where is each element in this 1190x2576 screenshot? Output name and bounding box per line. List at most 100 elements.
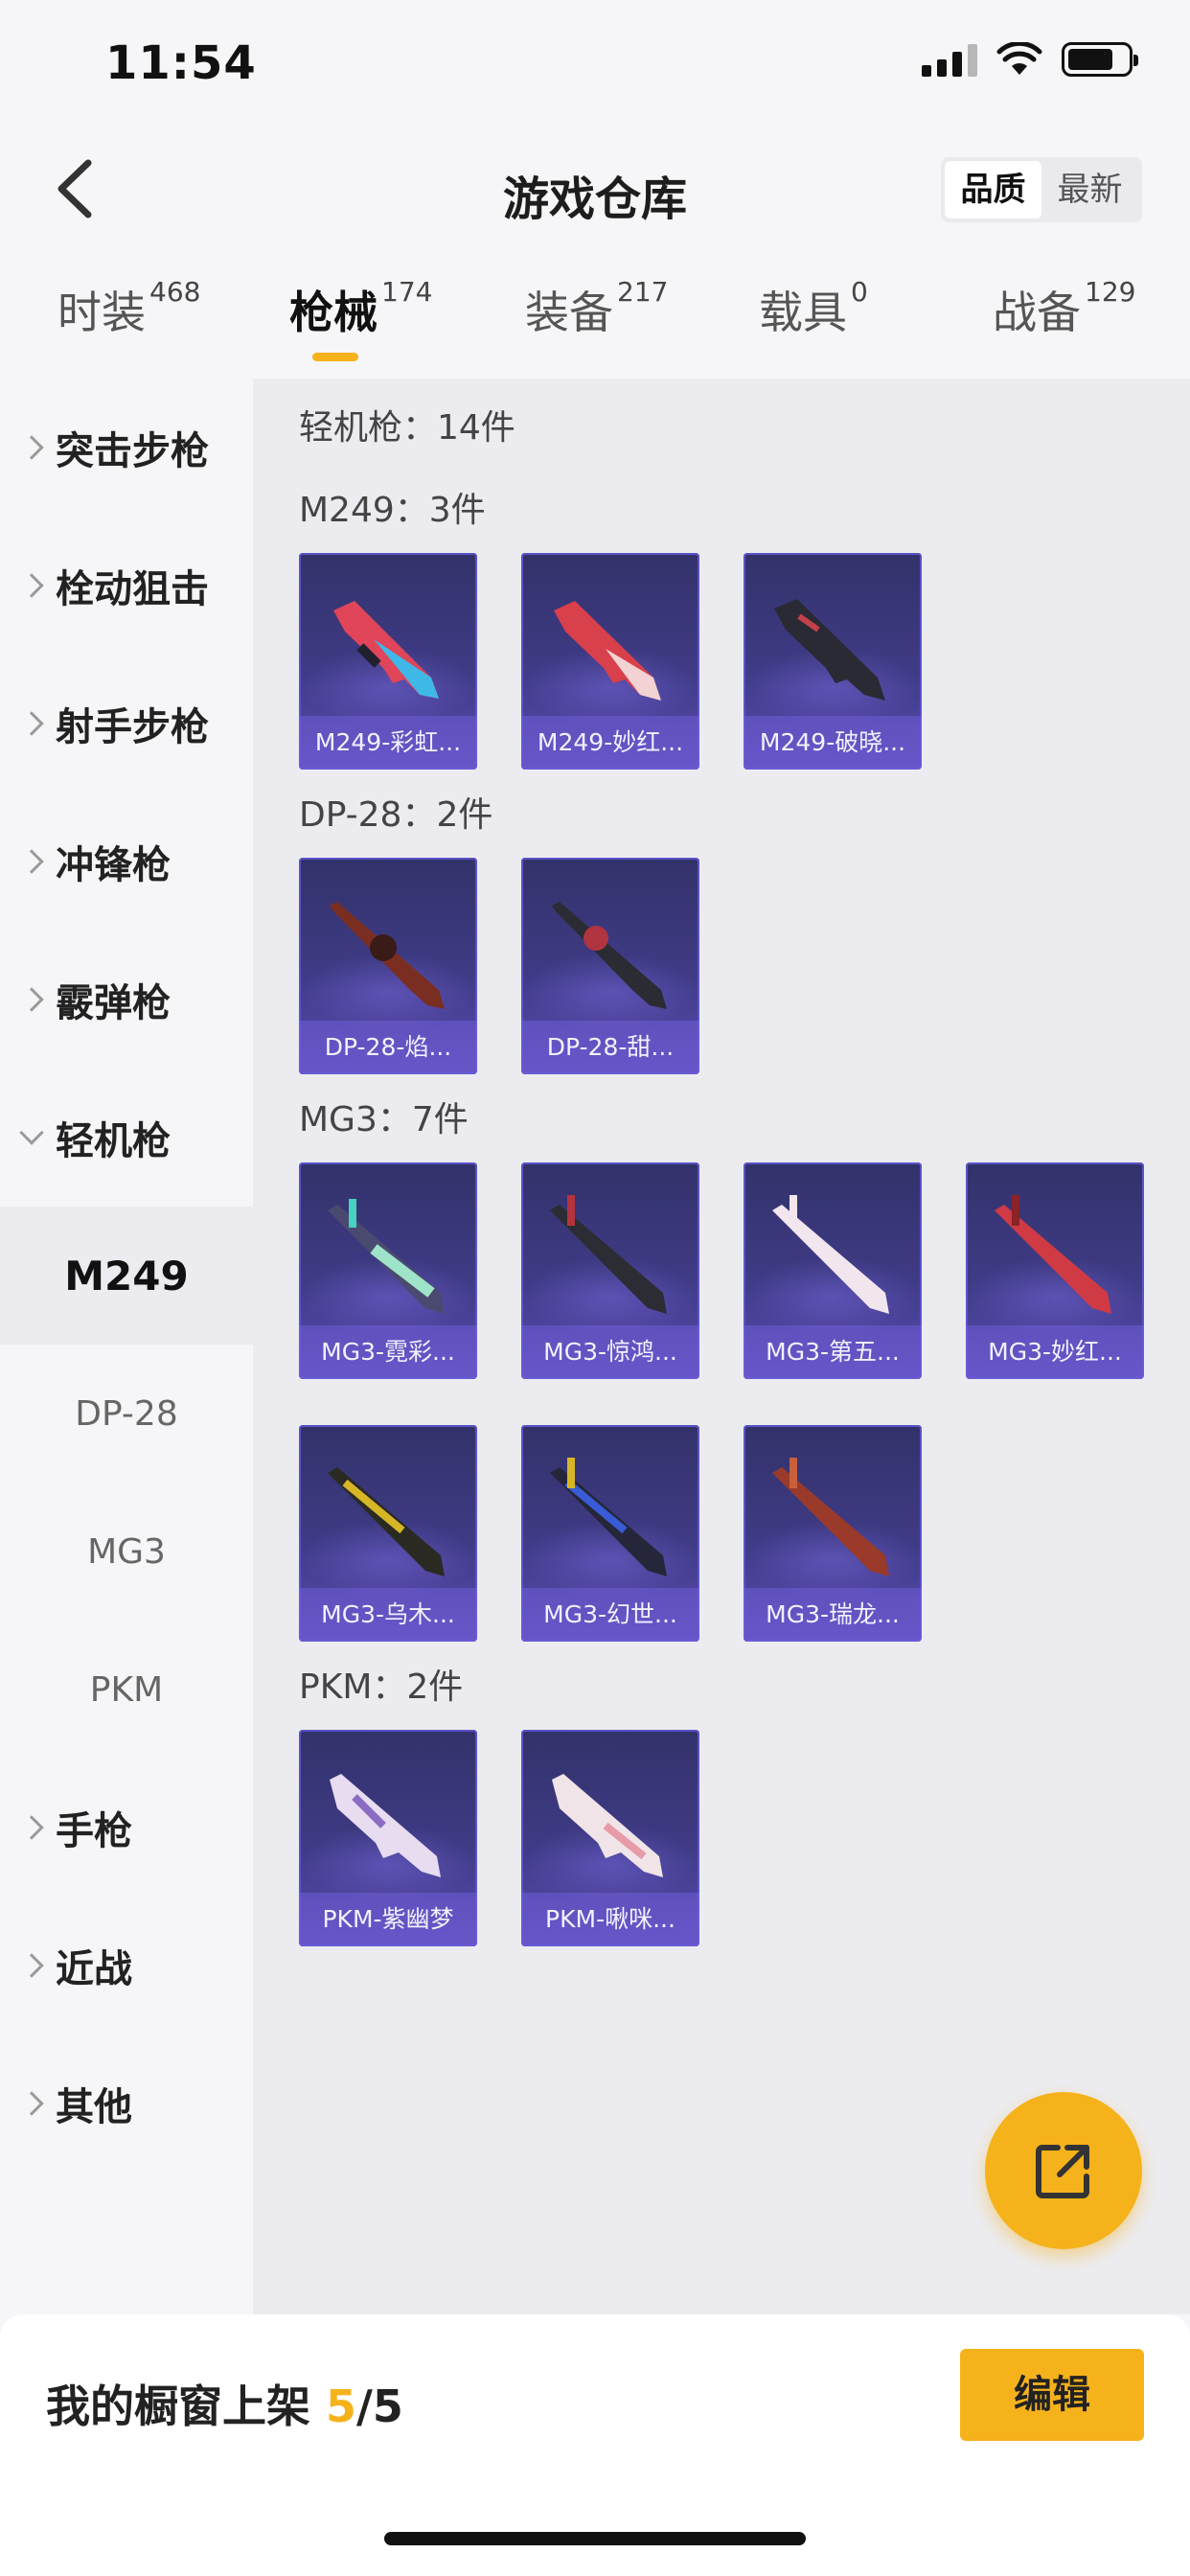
- sidebar-item-label: 轻机枪: [56, 1119, 171, 1163]
- showcase-status: 我的橱窗上架 5/5: [46, 2372, 403, 2435]
- weapon-icon: [772, 1458, 889, 1576]
- skin-card[interactable]: DP-28-焰...: [299, 858, 477, 1074]
- chevron-right-icon: [19, 435, 44, 460]
- sidebar-item-marksman-rifles[interactable]: 射手步枪: [0, 655, 253, 793]
- skin-card[interactable]: M249-妙红...: [521, 553, 699, 770]
- battery-icon: [1062, 42, 1138, 77]
- weapon-icon: [330, 1774, 441, 1877]
- skin-card-label: M249-彩虹...: [299, 716, 477, 770]
- tab-count: 174: [381, 276, 433, 308]
- weapon-icon: [772, 1195, 889, 1314]
- chevron-right-icon: [19, 1815, 44, 1840]
- weapon-icon: [552, 902, 667, 1009]
- tab-label: 时装: [57, 287, 146, 338]
- chevron-right-icon: [19, 711, 44, 736]
- section-title: MG3：7件: [299, 1100, 469, 1139]
- skin-card-label: M249-破晓...: [744, 716, 922, 770]
- sidebar-sub-pkm[interactable]: PKM: [0, 1621, 253, 1759]
- sidebar-item-bolt-snipers[interactable]: 栓动狙击: [0, 517, 253, 655]
- chevron-right-icon: [19, 2091, 44, 2116]
- tab-count: 217: [617, 276, 669, 308]
- status-bar: 11:54: [0, 0, 1190, 134]
- category-tabs: 时装 468 枪械 174 装备 217 载具 0 战备 129: [0, 276, 1190, 374]
- sidebar-item-label: 近战: [56, 1947, 132, 1991]
- sidebar-sub-mg3[interactable]: MG3: [0, 1483, 253, 1621]
- status-icons: [922, 42, 1138, 77]
- skin-card-label: MG3-妙红...: [966, 1325, 1144, 1379]
- tab-label: 装备: [525, 287, 613, 338]
- edit-button[interactable]: 编辑: [960, 2349, 1144, 2441]
- sidebar-item-label: 手枪: [56, 1809, 132, 1853]
- active-tab-indicator: [312, 353, 358, 361]
- showcase-label: 我的橱窗上架: [46, 2380, 310, 2432]
- skin-card[interactable]: M249-破晓...: [744, 553, 922, 770]
- sidebar-item-other[interactable]: 其他: [0, 2035, 253, 2173]
- tab-label: 载具: [759, 287, 847, 338]
- signal-icon: [922, 42, 977, 77]
- skin-card[interactable]: DP-28-甜...: [521, 858, 699, 1074]
- skin-card-label: DP-28-甜...: [521, 1021, 699, 1074]
- skin-card[interactable]: PKM-啾咪...: [521, 1730, 699, 1946]
- header: 游戏仓库 品质 最新: [0, 134, 1190, 244]
- group-title: 轻机枪：14件: [299, 408, 515, 448]
- skin-card[interactable]: MG3-第五...: [744, 1162, 922, 1379]
- weapon-icon: [550, 1195, 667, 1314]
- weapon-icon: [552, 1774, 663, 1877]
- sort-toggle[interactable]: 品质 最新: [941, 157, 1142, 222]
- skin-card-label: MG3-霓彩...: [299, 1325, 477, 1379]
- sidebar-item-smgs[interactable]: 冲锋枪: [0, 793, 253, 931]
- skin-card-label: MG3-乌木...: [299, 1588, 477, 1642]
- tab-equipment[interactable]: 装备 217: [525, 276, 669, 374]
- chevron-right-icon: [19, 573, 44, 598]
- sort-newest-button[interactable]: 最新: [1041, 161, 1138, 218]
- weapon-icon: [774, 599, 885, 701]
- skin-card[interactable]: MG3-幻世...: [521, 1425, 699, 1642]
- skin-card[interactable]: MG3-霓彩...: [299, 1162, 477, 1379]
- skin-card[interactable]: MG3-瑞龙...: [744, 1425, 922, 1642]
- tab-count: 0: [851, 276, 868, 308]
- sidebar-item-label: 霰弹枪: [56, 981, 171, 1025]
- section-title: DP-28：2件: [299, 795, 493, 835]
- skin-card[interactable]: MG3-惊鸿...: [521, 1162, 699, 1379]
- skin-card-label: MG3-第五...: [744, 1325, 922, 1379]
- skin-card[interactable]: MG3-妙红...: [966, 1162, 1144, 1379]
- tab-label: 战备: [993, 287, 1081, 338]
- chevron-down-icon: [19, 1120, 44, 1145]
- sidebar-sub-m249[interactable]: M249: [0, 1207, 253, 1345]
- skin-card-label: PKM-紫幽梦: [299, 1893, 477, 1946]
- weapon-icon: [333, 601, 439, 699]
- share-button[interactable]: [985, 2092, 1142, 2249]
- sidebar-item-shotguns[interactable]: 霰弹枪: [0, 931, 253, 1069]
- sort-quality-button[interactable]: 品质: [945, 161, 1041, 218]
- sidebar-item-melee[interactable]: 近战: [0, 1897, 253, 2035]
- weapon-icon: [554, 601, 661, 701]
- sidebar-item-assault-rifles[interactable]: 突击步枪: [0, 379, 253, 517]
- skin-card[interactable]: M249-彩虹...: [299, 553, 477, 770]
- weapon-icon: [330, 902, 445, 1009]
- tab-firearms[interactable]: 枪械 174: [289, 276, 433, 374]
- sidebar: 突击步枪 栓动狙击 射手步枪 冲锋枪 霰弹枪 轻机枪 M249 DP-28 MG…: [0, 379, 253, 2314]
- skin-card-label: M249-妙红...: [521, 716, 699, 770]
- sidebar-sub-dp28[interactable]: DP-28: [0, 1345, 253, 1483]
- section-title: M249：3件: [299, 491, 486, 530]
- skin-card[interactable]: MG3-乌木...: [299, 1425, 477, 1642]
- home-indicator: [384, 2532, 806, 2545]
- tab-vehicles[interactable]: 载具 0: [759, 276, 868, 374]
- section-title: PKM：2件: [299, 1668, 464, 1707]
- showcase-current: 5: [326, 2380, 357, 2432]
- skin-card[interactable]: PKM-紫幽梦: [299, 1730, 477, 1946]
- showcase-total: /5: [356, 2380, 403, 2432]
- sidebar-item-label: 突击步枪: [56, 429, 209, 473]
- chevron-right-icon: [19, 987, 44, 1012]
- sidebar-item-label: 其他: [56, 2085, 132, 2129]
- skin-card-label: MG3-幻世...: [521, 1588, 699, 1642]
- sidebar-item-label: 射手步枪: [56, 705, 209, 749]
- skin-card-label: DP-28-焰...: [299, 1021, 477, 1074]
- sidebar-item-pistols[interactable]: 手枪: [0, 1759, 253, 1897]
- tab-label: 枪械: [289, 287, 378, 338]
- tab-fashion[interactable]: 时装 468: [57, 276, 200, 374]
- tab-combat-supplies[interactable]: 战备 129: [993, 276, 1135, 374]
- wifi-icon: [996, 42, 1042, 75]
- sidebar-item-lmgs[interactable]: 轻机枪: [0, 1069, 253, 1207]
- inventory-content: 轻机枪：14件 M249：3件 M249-彩虹... M249-妙红... M2…: [253, 379, 1190, 2314]
